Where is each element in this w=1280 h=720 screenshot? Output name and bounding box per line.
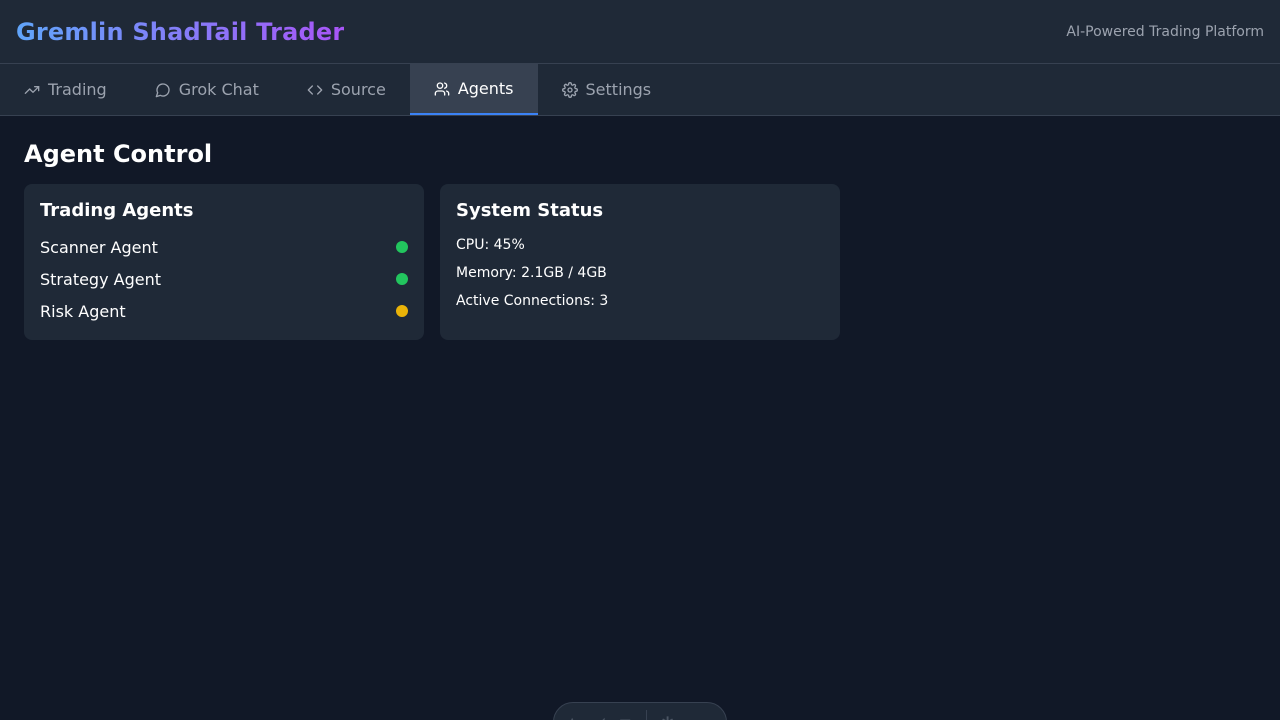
menu-icon[interactable]: ≡ [619,713,632,720]
tab-agents[interactable]: Agents [409,64,538,115]
tab-grok-chat[interactable]: Grok Chat [131,64,283,115]
tab-label: Source [330,80,386,99]
agent-name: Strategy Agent [40,269,161,289]
main-content: Agent Control Trading Agents Scanner Age… [0,116,1280,364]
agent-row-strategy: Strategy Agent [40,263,408,295]
status-dot [396,273,408,285]
agent-name: Risk Agent [40,301,126,321]
tab-label: Settings [585,80,652,99]
tab-trading[interactable]: Trading [0,64,131,115]
status-dot [396,241,408,253]
app-header: Gremlin ShadTail Trader AI-Powered Tradi… [0,0,1280,64]
chat-bubble-icon [155,82,170,97]
main-nav: Trading Grok Chat Source Agents Settings [0,64,1280,116]
bottom-toolbar: ▲ ◢ ≡ ✲ [553,702,727,720]
agent-row-risk: Risk Agent [40,295,408,327]
cpu-usage: CPU: 45% [456,237,525,253]
rocket-icon[interactable]: ▲ [566,713,578,720]
trending-up-icon [24,85,40,94]
gear-icon[interactable]: ✲ [661,713,674,720]
code-icon [307,84,323,95]
pointer-icon[interactable]: ◢ [592,713,604,720]
tab-source[interactable]: Source [283,64,410,115]
system-status-card: System Status CPU: 45% Memory: 2.1GB / 4… [440,184,840,340]
app-title: Gremlin ShadTail Trader [16,17,345,46]
agent-name: Scanner Agent [40,237,158,257]
card-grid: Trading Agents Scanner Agent Strategy Ag… [24,184,1256,340]
card-title: Trading Agents [40,200,194,221]
tab-label: Agents [457,79,514,98]
tab-settings[interactable]: Settings [538,64,676,115]
active-connections: Active Connections: 3 [456,293,609,309]
users-icon [434,81,450,96]
app-tagline: AI-Powered Trading Platform [1066,23,1264,40]
gear-icon [561,81,578,98]
tab-label: Grok Chat [178,80,259,99]
trading-agents-card: Trading Agents Scanner Agent Strategy Ag… [24,184,424,340]
tab-label: Trading [48,80,107,99]
status-dot [396,305,408,317]
page-title: Agent Control [24,140,213,168]
toolbar-divider [646,710,648,720]
card-title: System Status [456,200,604,221]
agent-row-scanner: Scanner Agent [40,231,408,263]
memory-usage: Memory: 2.1GB / 4GB [456,265,607,281]
